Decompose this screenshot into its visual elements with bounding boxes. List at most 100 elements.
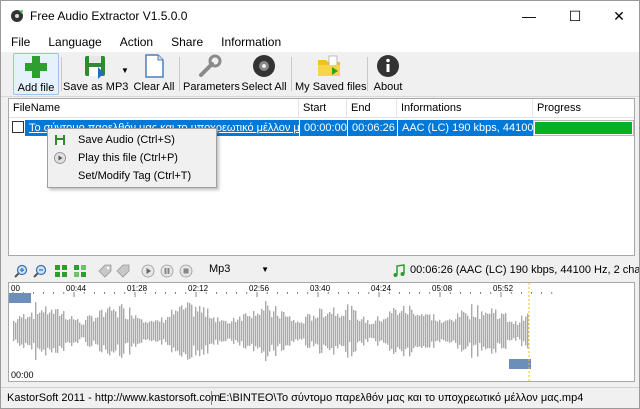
- waveform-bar: [275, 305, 277, 357]
- waveform-bar: [389, 311, 391, 351]
- waveform-bar: [129, 307, 131, 355]
- waveform-bar: [163, 322, 165, 340]
- toolbar-separator: [61, 57, 62, 91]
- waveform-bar: [315, 318, 317, 344]
- clear-all-button[interactable]: Clear All: [133, 53, 175, 95]
- waveform-bar: [265, 300, 267, 362]
- waveform-bar: [475, 317, 477, 345]
- start-handle[interactable]: [9, 293, 31, 303]
- waveform-bar: [333, 307, 335, 355]
- plus-icon: [25, 56, 47, 78]
- waveform-bar: [269, 310, 271, 352]
- format-select-value: Mp3: [209, 263, 231, 275]
- menu-language[interactable]: Language: [48, 35, 101, 49]
- column-progress[interactable]: Progress: [533, 99, 634, 118]
- waveform-bar: [49, 312, 51, 350]
- waveform-bar: [23, 314, 25, 348]
- waveform-bar: [137, 318, 139, 344]
- add-file-label: Add file: [17, 82, 55, 94]
- stop-icon[interactable]: [179, 264, 193, 278]
- waveform-bar: [401, 310, 403, 352]
- waveform-bar: [393, 307, 395, 355]
- waveform-bar: [293, 320, 295, 342]
- zoom-out-icon[interactable]: [33, 264, 47, 278]
- waveform-bar: [201, 312, 203, 350]
- play-icon: [54, 152, 66, 164]
- menu-action[interactable]: Action: [120, 35, 153, 49]
- column-start[interactable]: Start: [299, 99, 347, 118]
- music-note-icon: [393, 264, 405, 277]
- waveform-bar: [523, 320, 525, 342]
- waveform-display[interactable]: 00 00:44 01:28 02:12 02:56 03:40 04:24 05:08 05:…: [8, 282, 635, 382]
- waveform-bar: [41, 310, 43, 352]
- waveform-bar: [193, 316, 195, 346]
- time-mark-label: 00:44: [66, 284, 87, 293]
- end-handle[interactable]: [509, 359, 531, 369]
- waveform-bar: [307, 314, 309, 348]
- select-all-label: Select All: [241, 81, 287, 93]
- waveform-bar: [271, 317, 273, 345]
- waveform-bar: [31, 312, 33, 350]
- status-file-path: E:\BINTEO\Το σύντομο παρελθόν μας και το…: [219, 392, 584, 404]
- waveform-bar: [107, 308, 109, 354]
- waveform-bar: [185, 307, 187, 355]
- zoom-fit-icon[interactable]: [54, 264, 68, 278]
- parameters-button[interactable]: Parameters: [183, 53, 240, 95]
- waveform-bar: [319, 308, 321, 354]
- waveform-bar: [407, 314, 409, 348]
- zoom-selection-icon[interactable]: [73, 264, 87, 278]
- menu-item-play-file[interactable]: Play this file (Ctrl+P): [48, 149, 216, 167]
- minimize-button[interactable]: —: [506, 1, 552, 31]
- waveform-bar: [55, 309, 57, 353]
- waveform-bar: [153, 321, 155, 341]
- column-filename[interactable]: FileName: [9, 99, 299, 118]
- waveform-bar: [347, 304, 349, 358]
- format-select[interactable]: Mp3 ▼: [205, 262, 271, 279]
- waveform-canvas[interactable]: 00 00:44 01:28 02:12 02:56 03:40 04:24 05:08 05:…: [9, 283, 634, 381]
- waveform-bar: [489, 313, 491, 349]
- maximize-button[interactable]: ☐: [552, 1, 598, 31]
- menu-item-save-audio[interactable]: Save Audio (Ctrl+S): [48, 131, 216, 149]
- waveform-bar: [87, 316, 89, 346]
- wrench-icon: [199, 54, 222, 77]
- tag-remove-icon[interactable]: [116, 264, 130, 278]
- waveform-bar: [411, 309, 413, 353]
- waveform-bar: [479, 319, 481, 343]
- add-file-button[interactable]: Add file: [13, 53, 59, 95]
- waveform-bar: [199, 305, 201, 357]
- column-end[interactable]: End: [347, 99, 397, 118]
- waveform-bar: [25, 319, 27, 343]
- play-file-label: Play this file (Ctrl+P): [78, 152, 178, 164]
- waveform-bar: [223, 320, 225, 342]
- window-title: Free Audio Extractor V1.5.0.0: [30, 9, 188, 23]
- close-button[interactable]: ✕: [596, 1, 639, 31]
- column-informations[interactable]: Informations: [397, 99, 533, 118]
- waveform-bar: [91, 316, 93, 346]
- row-checkbox[interactable]: [12, 121, 24, 133]
- waveform-bar: [125, 318, 127, 344]
- menu-share[interactable]: Share: [171, 35, 203, 49]
- waveform-bar: [177, 311, 179, 351]
- my-saved-files-button[interactable]: My Saved files: [295, 53, 367, 95]
- time-mark-label: 02:12: [188, 284, 209, 293]
- waveform-bar: [75, 320, 77, 342]
- pause-icon[interactable]: [160, 264, 174, 278]
- waveform-bar: [341, 315, 343, 347]
- tag-icon[interactable]: [98, 264, 112, 278]
- menu-information[interactable]: Information: [221, 35, 281, 49]
- waveform-bar: [517, 324, 519, 338]
- menu-item-set-tag[interactable]: Set/Modify Tag (Ctrl+T): [48, 167, 216, 185]
- waveform-bar: [437, 321, 439, 341]
- select-all-button[interactable]: Select All: [241, 53, 287, 95]
- waveform-bar: [233, 318, 235, 344]
- play-icon[interactable]: [141, 264, 155, 278]
- waveform-bar: [367, 320, 369, 342]
- waveform-bar: [303, 323, 305, 339]
- save-as-mp3-button[interactable]: Save as MP3: [63, 53, 128, 95]
- waveform-bar: [237, 319, 239, 343]
- waveform-bar: [509, 321, 511, 341]
- zoom-in-icon[interactable]: [14, 264, 28, 278]
- waveform-bar: [89, 315, 91, 347]
- about-button[interactable]: About: [371, 53, 405, 95]
- menu-file[interactable]: File: [11, 35, 30, 49]
